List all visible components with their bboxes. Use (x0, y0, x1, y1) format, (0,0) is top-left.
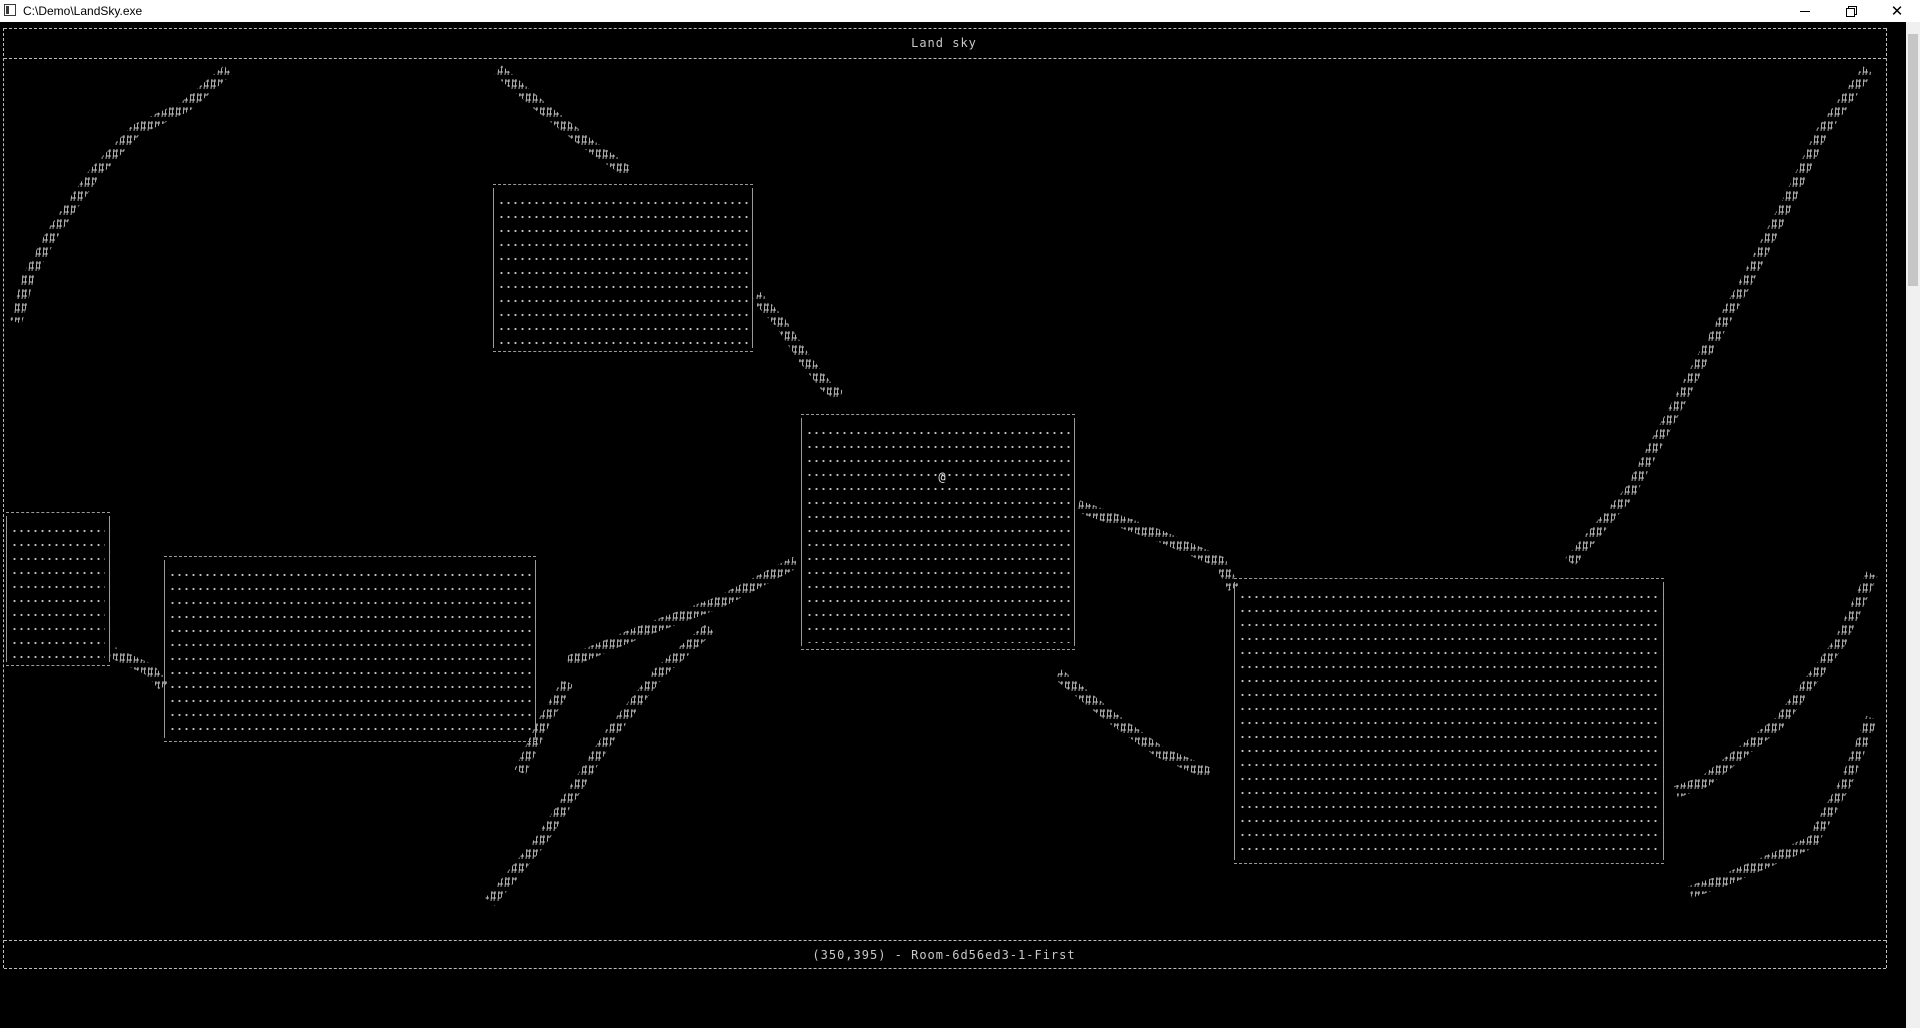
minimize-button[interactable] (1782, 0, 1828, 22)
player-character: @ (938, 470, 946, 484)
room-floor (498, 192, 748, 345)
restore-button[interactable] (1828, 0, 1874, 22)
vertical-scrollbar[interactable] (1906, 22, 1920, 1028)
console-area: Land sky (350,395) - Room-6d56ed3-1-Firs… (0, 22, 1906, 1028)
room-floor (11, 520, 105, 659)
title-bar[interactable]: C:\Demo\LandSky.exe ✕ (0, 0, 1920, 22)
tunnel-room5-right-upper (1673, 571, 1878, 798)
close-button[interactable]: ✕ (1874, 0, 1920, 22)
tunnel-room1-room3 (751, 291, 844, 401)
scrollbar-thumb[interactable] (1908, 34, 1918, 286)
tunnel-room3-room5 (1075, 500, 1240, 591)
tunnel-left-connector (109, 646, 169, 690)
room-center: @ (801, 414, 1075, 650)
restore-icon (1846, 6, 1857, 17)
room-top-center (493, 184, 753, 352)
room-floor (169, 564, 531, 735)
room-floor (806, 422, 1070, 643)
close-icon: ✕ (1890, 1, 1904, 20)
console-app-icon[interactable] (4, 4, 16, 16)
tunnel-room3-down (1054, 669, 1213, 780)
window-title: C:\Demo\LandSky.exe (23, 4, 143, 18)
tunnel-room5-right-lower (1688, 715, 1878, 898)
minimize-icon (1800, 10, 1810, 12)
room-right-large (1234, 578, 1664, 864)
room-left-large (164, 556, 536, 742)
room-left-edge (6, 512, 110, 666)
tunnel-top-left (10, 65, 232, 324)
room-floor (1239, 586, 1659, 857)
tunnel-top-center (494, 65, 632, 177)
tunnel-top-right (1565, 66, 1873, 566)
